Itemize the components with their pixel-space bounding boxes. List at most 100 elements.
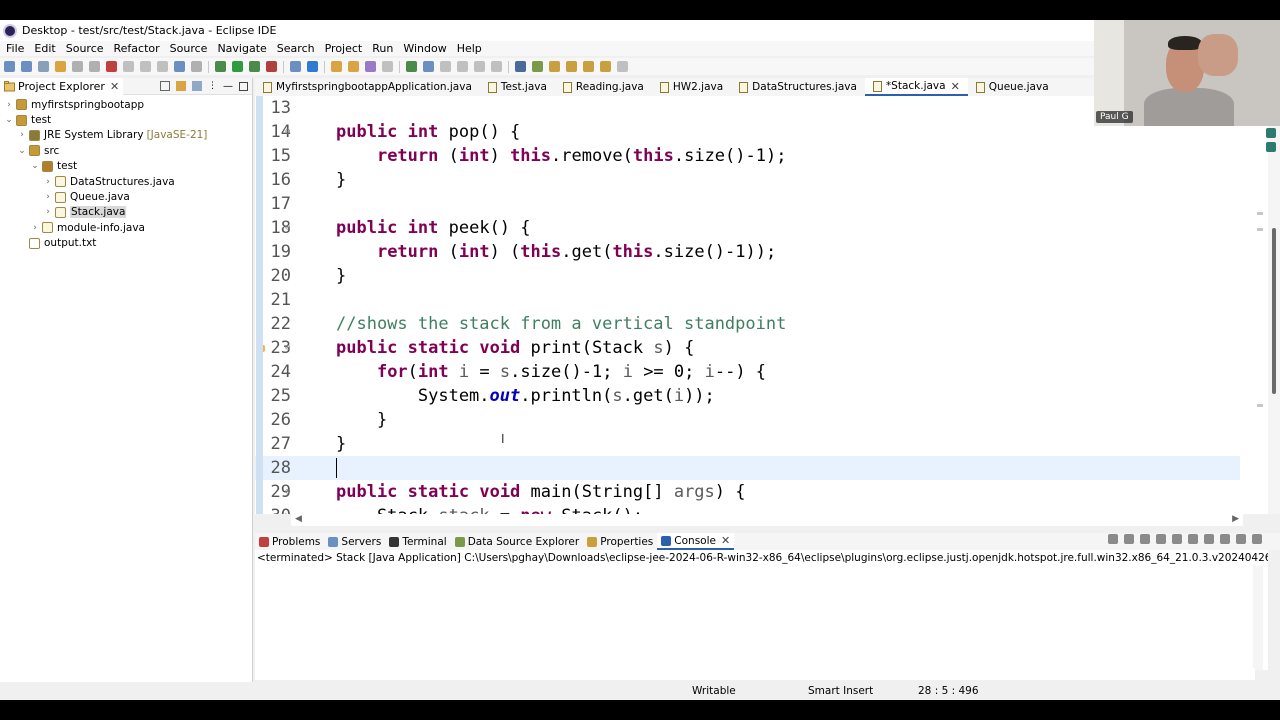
toolbar-button-icon[interactable] (515, 61, 526, 72)
console-vertical-scrollbar[interactable] (1253, 566, 1263, 670)
panel-tab-data-source-explorer[interactable]: Data Source Explorer (451, 533, 584, 550)
menu-help[interactable]: Help (457, 42, 482, 55)
pin-console-icon[interactable] (1188, 534, 1198, 544)
open-console-icon[interactable] (1220, 534, 1230, 544)
code-line[interactable]: 13 (255, 96, 1240, 120)
code-line[interactable]: 16} (255, 168, 1240, 192)
menu-refactor[interactable]: Refactor (114, 42, 160, 55)
editor-scroll-thumb[interactable] (1272, 228, 1276, 394)
toolbar-button-icon[interactable] (249, 61, 260, 72)
minimize-icon[interactable]: — (223, 81, 233, 92)
toolbar-button-icon[interactable] (174, 61, 185, 72)
collapse-all-icon[interactable] (160, 81, 170, 91)
tree-item[interactable]: › Queue.java (0, 189, 252, 204)
chevron-right-icon[interactable]: › (43, 177, 53, 187)
chevron-right-icon[interactable]: › (17, 130, 27, 140)
toolbar-button-icon[interactable] (266, 61, 277, 72)
toolbar-button-icon[interactable] (215, 61, 226, 72)
chevron-down-icon[interactable]: ⌄ (30, 161, 40, 171)
terminate-icon[interactable] (1108, 534, 1118, 544)
chevron-right-icon[interactable]: › (4, 100, 14, 110)
word-wrap-icon[interactable] (1172, 534, 1182, 544)
close-icon[interactable]: ✕ (721, 534, 730, 547)
toolbar-button-icon[interactable] (191, 61, 202, 72)
toolbar-button-icon[interactable] (406, 61, 417, 72)
code-line[interactable]: 24 for(int i = s.size()-1; i >= 0; i--) … (255, 360, 1240, 384)
toolbar-button-icon[interactable] (474, 61, 485, 72)
toolbar-button-icon[interactable] (157, 61, 168, 72)
code-line[interactable]: 27} (255, 432, 1240, 456)
code-line[interactable]: 17 (255, 192, 1240, 216)
overview-ruler-mark[interactable] (1257, 404, 1263, 407)
scroll-lock-icon[interactable] (1156, 534, 1166, 544)
editor-tab[interactable]: DataStructures.java (731, 78, 865, 96)
toolbar-button-icon[interactable] (440, 61, 451, 72)
menu-run[interactable]: Run (372, 42, 393, 55)
toolbar-button-icon[interactable] (290, 61, 301, 72)
fold-toggle-icon[interactable]: ⊖ (285, 487, 290, 497)
tree-item[interactable]: › myfirstspringbootapp (0, 97, 252, 112)
code-line[interactable]: 19 return (int) (this.get(this.size()-1)… (255, 240, 1240, 264)
editor-tab[interactable]: *Stack.java ✕ (864, 78, 968, 96)
perspective-icon[interactable] (1266, 128, 1276, 138)
menu-file[interactable]: File (6, 42, 24, 55)
code-line[interactable]: 22 //shows the stack from a vertical stan… (255, 312, 1240, 336)
close-icon[interactable]: ✕ (951, 80, 960, 93)
tree-item[interactable]: ⌄ src (0, 143, 252, 158)
toolbar-button-icon[interactable] (89, 61, 100, 72)
menu-source[interactable]: Source (170, 42, 208, 55)
status-insert-mode[interactable]: Smart Insert (808, 685, 873, 697)
toolbar-button-icon[interactable] (532, 61, 543, 72)
toolbar-button-icon[interactable] (21, 61, 32, 72)
maximize-icon[interactable] (1252, 534, 1262, 544)
minimize-icon[interactable] (1236, 534, 1246, 544)
code-line[interactable]: 14 ⊖ public int pop() { (255, 120, 1240, 144)
toolbar-button-icon[interactable] (583, 61, 594, 72)
toolbar-button-icon[interactable] (348, 61, 359, 72)
scroll-right-icon[interactable]: ▶ (1232, 514, 1239, 524)
code-line[interactable]: 26 } (255, 408, 1240, 432)
code-line[interactable]: 30 Stack stack = new Stack(); (255, 504, 1240, 514)
fold-toggle-icon[interactable]: ⊖ (285, 343, 290, 353)
tree-item[interactable]: › module-info.java (0, 220, 252, 235)
code-line[interactable]: 25 System.out.println(s.get(i)); (255, 384, 1240, 408)
console-output[interactable] (255, 566, 1268, 670)
toolbar-button-icon[interactable] (566, 61, 577, 72)
chevron-right-icon[interactable]: › (43, 192, 53, 202)
editor-horizontal-scrollbar[interactable]: ◀ ▶ (291, 514, 1243, 526)
fold-toggle-icon[interactable]: ⊖ (285, 127, 290, 137)
menu-navigate[interactable]: Navigate (217, 42, 266, 55)
remove-all-icon[interactable] (1140, 534, 1150, 544)
overview-ruler-mark[interactable] (1257, 212, 1263, 215)
fold-toggle-icon[interactable]: ⊖ (285, 223, 290, 233)
code-editor[interactable]: I 13 14 ⊖ public int pop() {15 return (int)… (255, 96, 1268, 514)
toolbar-button-icon[interactable] (491, 61, 502, 72)
toolbar-button-icon[interactable] (106, 61, 117, 72)
toolbar-button-icon[interactable] (232, 61, 243, 72)
chevron-right-icon[interactable]: › (43, 207, 53, 217)
menu-source[interactable]: Source (66, 42, 104, 55)
code-line[interactable]: 18 ⊖ public int peek() { (255, 216, 1240, 240)
code-line[interactable]: 28 (255, 456, 1240, 480)
code-line[interactable]: 15 return (int) this.remove(this.size()-… (255, 144, 1240, 168)
panel-tab-servers[interactable]: Servers (324, 533, 385, 550)
panel-tab-terminal[interactable]: Terminal (385, 533, 450, 550)
editor-tab[interactable]: HW2.java (652, 78, 731, 96)
maximize-icon[interactable] (239, 81, 248, 91)
toolbar-button-icon[interactable] (307, 61, 318, 72)
display-console-icon[interactable] (1204, 534, 1214, 544)
toolbar-button-icon[interactable] (123, 61, 134, 72)
toolbar-button-icon[interactable] (72, 61, 83, 72)
menu-project[interactable]: Project (325, 42, 363, 55)
link-editor-icon[interactable] (176, 81, 186, 91)
toolbar-button-icon[interactable] (331, 61, 342, 72)
toolbar-button-icon[interactable] (457, 61, 468, 72)
toolbar-button-icon[interactable] (423, 61, 434, 72)
panel-tab-problems[interactable]: Problems (255, 533, 324, 550)
menu-search[interactable]: Search (277, 42, 315, 55)
toolbar-button-icon[interactable] (55, 61, 66, 72)
view-menu-icon[interactable]: ⋮ (208, 81, 217, 91)
editor-tab[interactable]: Queue.java (968, 78, 1057, 96)
toolbar-button-icon[interactable] (617, 61, 628, 72)
tree-item[interactable]: ⌄ test (0, 159, 252, 174)
